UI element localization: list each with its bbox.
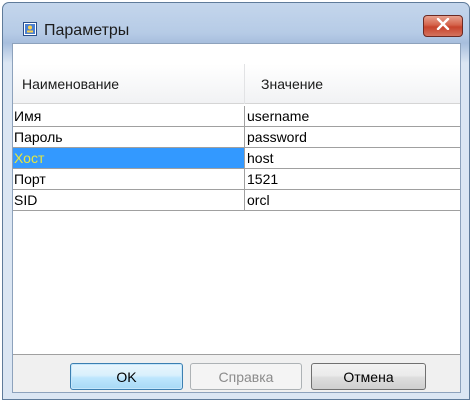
row-value-cell[interactable]: host (246, 148, 460, 168)
row-name-cell[interactable]: Порт (13, 169, 245, 189)
title-bar[interactable]: Параметры (3, 3, 469, 43)
table-row[interactable]: Порт 1521 (13, 169, 460, 190)
row-value-cell[interactable]: orcl (246, 190, 460, 210)
row-name-cell[interactable]: SID (13, 190, 245, 210)
table-row[interactable]: Пароль password (13, 127, 460, 148)
column-header-value[interactable]: Значение (245, 64, 460, 104)
column-header-name[interactable]: Наименование (13, 64, 245, 104)
cancel-button[interactable]: Отмена (311, 363, 426, 390)
dialog-client-area: Наименование Значение Имя username Парол… (12, 43, 461, 393)
parameters-dialog: Параметры Наименование Значение Имя user… (2, 2, 470, 400)
table-row-selected[interactable]: Хост host (13, 148, 460, 169)
row-value-cell[interactable]: username (246, 106, 460, 126)
row-name-cell[interactable]: Хост (13, 148, 245, 168)
close-icon (436, 17, 450, 34)
settings-app-icon (23, 22, 37, 36)
help-button[interactable]: Справка (190, 363, 302, 390)
row-name-cell[interactable]: Имя (13, 106, 245, 126)
table-row[interactable]: Имя username (13, 106, 460, 127)
table-header: Наименование Значение (13, 64, 460, 104)
row-name-cell[interactable]: Пароль (13, 127, 245, 147)
parameters-table[interactable]: Наименование Значение Имя username Парол… (13, 44, 460, 355)
row-value-cell[interactable]: 1521 (246, 169, 460, 189)
row-value-cell[interactable]: password (246, 127, 460, 147)
window-title: Параметры (44, 22, 130, 39)
table-row[interactable]: SID orcl (13, 190, 460, 211)
close-button[interactable] (423, 15, 463, 37)
table-rows: Имя username Пароль password Хост host П… (13, 106, 460, 211)
ok-button[interactable]: OK (70, 363, 183, 390)
button-bar: OK Справка Отмена (13, 355, 460, 392)
